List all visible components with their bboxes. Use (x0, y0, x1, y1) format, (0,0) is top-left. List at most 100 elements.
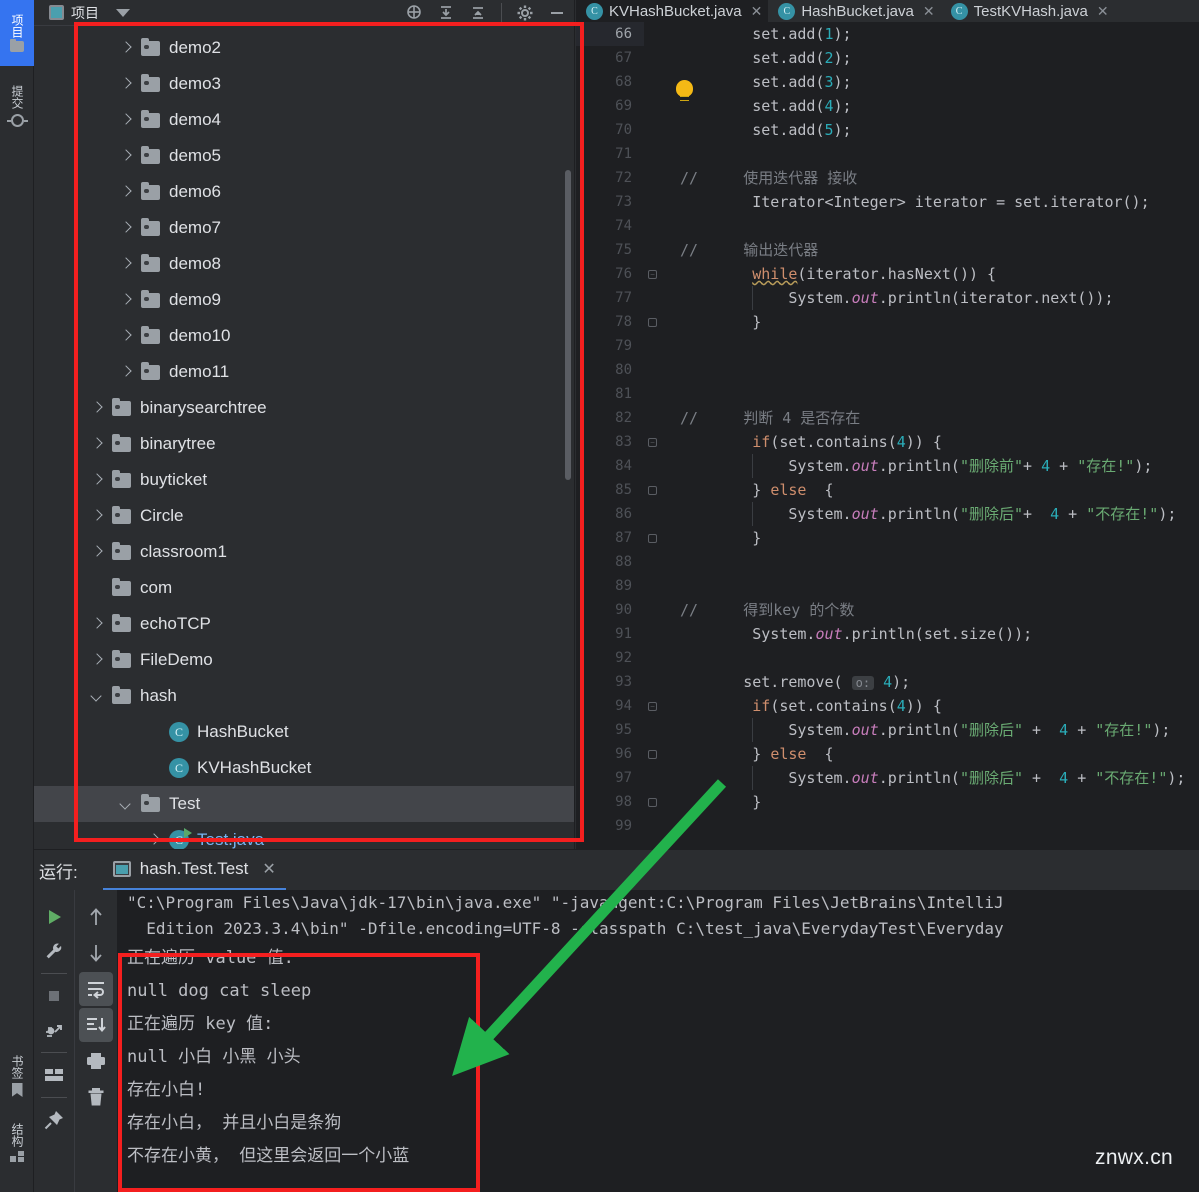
run-configuration-tab[interactable]: hash.Test.Test ✕ (102, 850, 286, 890)
tree-item-label: binarytree (140, 434, 216, 453)
chevron-right-icon[interactable] (90, 617, 104, 631)
tree-item[interactable]: buyticket (34, 462, 574, 498)
folder-icon (10, 39, 24, 52)
arrow-up-icon[interactable] (79, 900, 113, 934)
close-icon[interactable]: ✕ (751, 4, 763, 18)
minimize-icon[interactable] (548, 4, 566, 22)
tree-item[interactable]: C HashBucket (34, 714, 574, 750)
soft-wrap-icon[interactable] (79, 972, 113, 1006)
fold-toggle-icon[interactable] (648, 798, 657, 807)
tree-item[interactable]: hash (34, 678, 574, 714)
code-token: out (851, 505, 879, 523)
tree-item[interactable]: demo2 (34, 30, 574, 66)
chevron-down-icon[interactable] (119, 797, 133, 811)
fold-toggle-icon[interactable] (648, 750, 657, 759)
activity-item-bookmarks[interactable]: 书签 (0, 1046, 34, 1106)
tree-item[interactable]: demo5 (34, 138, 574, 174)
code-token: + (1023, 769, 1060, 787)
code-line: if(set.contains(4)) { (680, 430, 1199, 454)
editor-tab[interactable]: C TestKVHash.java ✕ (941, 0, 1115, 22)
chevron-right-icon[interactable] (119, 41, 133, 55)
chevron-right-icon[interactable] (119, 77, 133, 91)
chevron-right-icon[interactable] (119, 293, 133, 307)
chevron-right-icon[interactable] (119, 365, 133, 379)
tree-item[interactable]: C Test.java (34, 822, 574, 849)
editor-tabbar[interactable]: C KVHashBucket.java ✕ C HashBucket.java ✕ C Tes… (576, 0, 1199, 22)
close-icon[interactable]: ✕ (1097, 4, 1109, 18)
close-icon[interactable]: ✕ (262, 859, 275, 879)
fold-toggle-icon[interactable]: − (648, 270, 657, 279)
pin-icon[interactable] (37, 1103, 71, 1137)
code-token: + (1023, 457, 1042, 475)
activity-item-project[interactable]: 项目 (0, 0, 34, 66)
run-configuration-name: hash.Test.Test (139, 859, 249, 878)
wrench-icon[interactable] (37, 934, 71, 968)
chevron-right-icon[interactable] (119, 149, 133, 163)
gear-icon[interactable] (516, 4, 534, 22)
fold-toggle-icon[interactable] (648, 318, 657, 327)
chevron-right-icon[interactable] (90, 473, 104, 487)
chevron-right-icon[interactable] (147, 833, 161, 847)
chevron-right-icon[interactable] (119, 221, 133, 235)
code-token: 4 (824, 97, 834, 115)
tree-item[interactable]: demo11 (34, 354, 574, 390)
rerun-failed-tests-icon[interactable] (37, 1013, 71, 1047)
stop-icon[interactable] (37, 979, 71, 1013)
tree-item[interactable]: binarytree (34, 426, 574, 462)
code-editor[interactable]: 66 67 68 69 70 71 72 73 74 75 76 77 78 79 80 81 82 83 84 85… (576, 22, 1199, 849)
collapse-all-icon[interactable] (437, 4, 455, 22)
layout-icon[interactable] (37, 1058, 71, 1092)
tree-item[interactable]: demo7 (34, 210, 574, 246)
chevron-down-icon[interactable] (116, 8, 130, 17)
chevron-right-icon[interactable] (90, 401, 104, 415)
chevron-right-icon[interactable] (119, 185, 133, 199)
tree-item[interactable]: Test (34, 786, 574, 822)
chevron-right-icon[interactable] (90, 437, 104, 451)
project-tree[interactable]: demo2 demo3 demo4 demo5 demo6 demo7 demo8 demo9… (34, 26, 574, 849)
console-output[interactable]: "C:\Program Files\Java\jdk-17\bin\java.e… (117, 890, 1199, 1192)
tree-item[interactable]: C KVHashBucket (34, 750, 574, 786)
code-folding-gutter[interactable]: − − − (644, 22, 666, 849)
print-icon[interactable] (79, 1044, 113, 1078)
intention-bulb-icon[interactable] (676, 80, 693, 101)
editor-tab[interactable]: C HashBucket.java ✕ (768, 0, 940, 22)
run-icon[interactable] (37, 900, 71, 934)
tree-item[interactable]: classroom1 (34, 534, 574, 570)
activity-item-commit[interactable]: 提交 (0, 72, 34, 140)
fold-toggle-icon[interactable]: − (648, 438, 657, 447)
chevron-right-icon[interactable] (119, 113, 133, 127)
project-tree-scrollbar[interactable] (565, 170, 571, 480)
expand-all-icon[interactable] (469, 4, 487, 22)
code-content[interactable]: set.add(1); set.add(2); set.add(3); set.… (666, 22, 1199, 849)
chevron-right-icon[interactable] (90, 653, 104, 667)
close-icon[interactable]: ✕ (923, 4, 935, 18)
editor-tab[interactable]: C KVHashBucket.java ✕ (576, 0, 769, 22)
tree-item[interactable]: echoTCP (34, 606, 574, 642)
line-number: 97 (615, 770, 632, 786)
tree-item[interactable]: demo4 (34, 102, 574, 138)
tree-item[interactable]: demo10 (34, 318, 574, 354)
tree-item[interactable]: demo9 (34, 282, 574, 318)
fold-toggle-icon[interactable] (648, 534, 657, 543)
tree-item[interactable]: com (34, 570, 574, 606)
tree-item[interactable]: demo8 (34, 246, 574, 282)
fold-toggle-icon[interactable] (648, 486, 657, 495)
chevron-right-icon[interactable] (90, 509, 104, 523)
scroll-to-end-icon[interactable] (79, 1008, 113, 1042)
chevron-right-icon[interactable] (119, 257, 133, 271)
tree-item[interactable]: Circle (34, 498, 574, 534)
tree-item[interactable]: binarysearchtree (34, 390, 574, 426)
trash-icon[interactable] (79, 1080, 113, 1114)
chevron-right-icon[interactable] (90, 545, 104, 559)
tree-item[interactable]: demo6 (34, 174, 574, 210)
activity-item-structure[interactable]: 结构 (0, 1112, 34, 1174)
locate-icon[interactable] (405, 4, 423, 22)
chevron-down-icon[interactable] (90, 689, 104, 703)
arrow-down-icon[interactable] (79, 936, 113, 970)
tree-item[interactable]: demo3 (34, 66, 574, 102)
fold-toggle-icon[interactable]: − (648, 702, 657, 711)
tree-item[interactable]: FileDemo (34, 642, 574, 678)
chevron-right-icon[interactable] (119, 329, 133, 343)
